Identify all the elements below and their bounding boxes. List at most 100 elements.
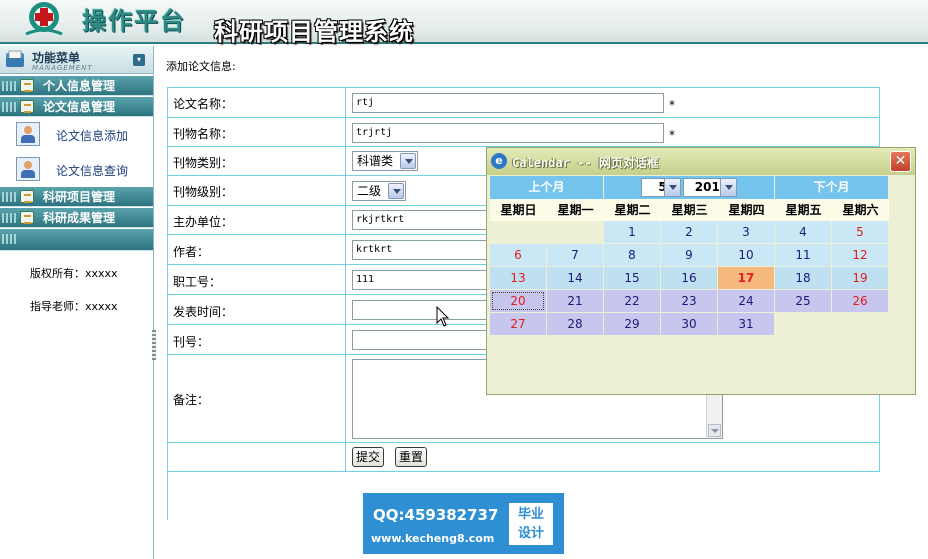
nav-group-project[interactable]: 科研项目管理	[0, 187, 153, 207]
chevron-down-icon[interactable]	[720, 179, 736, 196]
mouse-cursor-icon	[436, 306, 450, 327]
weekday-header: 星期六	[832, 199, 889, 221]
weekday-header: 星期三	[661, 199, 718, 221]
calendar-day[interactable]: 18	[775, 267, 831, 289]
calendar-titlebar[interactable]: e Calendar -- 网页对话框 ✕	[487, 148, 915, 175]
form-row-journal-name: 刊物名称： trjrtj *	[168, 118, 880, 147]
host-unit-label: 主办单位：	[173, 215, 234, 229]
weekday-header: 星期日	[490, 199, 547, 221]
calendar-body: 上个月 5 2012 下个月 星期日 星期一 星期二 星期三 星期四 星期五 星期六 123…	[490, 176, 890, 346]
nav-group-label: 科研项目管理	[43, 190, 116, 204]
calendar-day[interactable]: 8	[604, 244, 660, 266]
calendar-day[interactable]: 30	[661, 313, 717, 335]
calendar-day[interactable]: 4	[775, 221, 831, 243]
weekday-header: 星期五	[775, 199, 832, 221]
calendar-day[interactable]: 17	[718, 267, 774, 289]
calendar-day[interactable]: 5	[832, 221, 888, 243]
paper-name-input[interactable]: rtj	[352, 93, 664, 113]
brand-title: 操作平台	[82, 6, 186, 35]
calendar-day[interactable]: 25	[775, 290, 831, 312]
folder-icon	[20, 211, 34, 224]
calendar-title: Calendar -- 网页对话框	[512, 156, 659, 170]
nav-group-paper[interactable]: 论文信息管理	[0, 97, 153, 117]
header-banner: 操作平台 科研项目管理系统	[0, 0, 928, 46]
calendar-day[interactable]: 14	[547, 267, 603, 289]
sidebar-item-paper-query[interactable]: 论文信息查询	[0, 152, 153, 186]
journal-type-select[interactable]: 科谱类	[352, 151, 418, 171]
grip-icon	[2, 81, 16, 91]
calendar-day[interactable]: 1	[604, 221, 660, 243]
reset-button[interactable]: 重置	[395, 447, 428, 467]
remarks-label: 备注：	[173, 393, 210, 407]
journal-level-label: 刊物级别：	[173, 185, 234, 199]
user-card-icon	[16, 122, 40, 146]
chevron-down-icon[interactable]	[388, 183, 404, 199]
calendar-day[interactable]: 26	[832, 290, 888, 312]
calendar-day[interactable]: 27	[490, 313, 546, 335]
required-mark: *	[669, 98, 675, 112]
issue-no-label: 刊号：	[173, 335, 210, 349]
grip-icon	[2, 213, 16, 223]
grip-icon	[2, 192, 16, 202]
calendar-day[interactable]: 21	[547, 290, 603, 312]
nav-group-personal[interactable]: 个人信息管理	[0, 76, 153, 96]
menu-folder-icon	[6, 50, 24, 67]
journal-name-input[interactable]: trjrtj	[352, 123, 664, 143]
sidebar-item-label: 论文信息添加	[56, 129, 129, 143]
sidebar-item-label: 论文信息查询	[56, 164, 129, 178]
prev-month-button[interactable]: 上个月	[490, 176, 603, 199]
scroll-down-icon[interactable]	[708, 424, 721, 437]
calendar-day[interactable]: 16	[661, 267, 717, 289]
journal-type-value: 科谱类	[357, 154, 394, 168]
ad-badge: 毕业 设计	[509, 503, 553, 545]
ad-badge-line1: 毕业	[517, 507, 544, 522]
calendar-day[interactable]: 23	[661, 290, 717, 312]
year-select[interactable]: 2012	[683, 178, 737, 197]
grip-icon	[2, 234, 16, 244]
paper-name-label: 论文名称：	[173, 97, 234, 111]
calendar-day[interactable]: 15	[604, 267, 660, 289]
calendar-dialog: e Calendar -- 网页对话框 ✕ 上个月 5 2012 下个月 星期日…	[486, 147, 916, 395]
ad-badge-line2: 设计	[517, 526, 544, 541]
system-title: 科研项目管理系统	[214, 17, 414, 46]
calendar-day[interactable]: 22	[604, 290, 660, 312]
collapse-icon[interactable]: ▾	[133, 54, 145, 66]
calendar-day[interactable]: 10	[718, 244, 774, 266]
calendar-day[interactable]: 19	[832, 267, 888, 289]
month-year-bar: 5 2012	[604, 176, 774, 199]
nav-group-achievement[interactable]: 科研成果管理	[0, 208, 153, 228]
calendar-day[interactable]: 12	[832, 244, 888, 266]
ie-icon: e	[491, 153, 507, 169]
calendar-day[interactable]: 7	[547, 244, 603, 266]
calendar-day[interactable]: 11	[775, 244, 831, 266]
folder-icon	[20, 79, 34, 92]
calendar-day[interactable]: 9	[661, 244, 717, 266]
author-label: 作者：	[173, 245, 210, 259]
sidebar: 功能菜单 MANAGEMENT ▾ 个人信息管理 论文信息管理 论文信息添加 论…	[0, 46, 154, 559]
chevron-down-icon[interactable]	[400, 153, 416, 169]
journal-level-select[interactable]: 二级	[352, 181, 406, 201]
calendar-day[interactable]: 13	[490, 267, 546, 289]
nav-group-label: 个人信息管理	[43, 79, 116, 93]
page-title: 添加论文信息:	[166, 60, 236, 73]
sidebar-item-paper-add[interactable]: 论文信息添加	[0, 117, 153, 151]
advisor-text: 指导老师：xxxxx	[30, 300, 118, 313]
folder-icon	[20, 190, 34, 203]
close-button[interactable]: ✕	[890, 151, 911, 172]
calendar-day[interactable]: 6	[490, 244, 546, 266]
calendar-day[interactable]: 20	[490, 290, 546, 312]
required-mark: *	[669, 128, 675, 142]
splitter-handle[interactable]	[152, 330, 156, 360]
calendar-day[interactable]: 2	[661, 221, 717, 243]
calendar-day[interactable]: 29	[604, 313, 660, 335]
next-month-button[interactable]: 下个月	[775, 176, 888, 199]
calendar-day[interactable]: 3	[718, 221, 774, 243]
calendar-day[interactable]: 28	[547, 313, 603, 335]
submit-button[interactable]: 提交	[352, 447, 385, 467]
month-select[interactable]: 5	[641, 178, 681, 197]
chevron-down-icon[interactable]	[664, 179, 680, 196]
journal-type-label: 刊物类别：	[173, 156, 234, 170]
calendar-day[interactable]: 31	[718, 313, 774, 335]
calendar-day[interactable]: 24	[718, 290, 774, 312]
weekday-header: 星期一	[547, 199, 604, 221]
